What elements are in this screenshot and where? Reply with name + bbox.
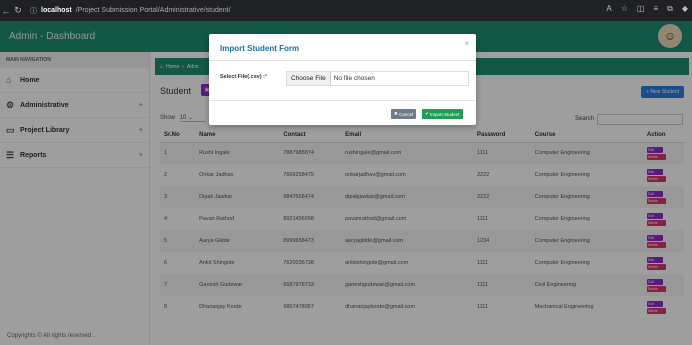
import-student-modal: Import Student Form × Select File(.csv) … (209, 34, 476, 125)
copilot-icon[interactable]: ◆ (682, 4, 688, 14)
required-mark: * (264, 74, 268, 80)
choose-file-button[interactable]: Choose File (287, 72, 331, 85)
collections-icon[interactable]: ⧉ (667, 4, 673, 14)
import-label: Import Student (430, 111, 460, 117)
modal-title: Import Student Form (220, 44, 300, 53)
favorite-icon[interactable]: ☆ (621, 4, 628, 14)
screen: ← ↻ ⓘ localhost /Project Submission Port… (0, 0, 692, 345)
browser-toolbar: ← ↻ ⓘ localhost /Project Submission Port… (0, 0, 692, 21)
address-host: localhost (41, 7, 72, 14)
csv-file-input[interactable]: Choose File No file chosen (286, 71, 469, 86)
browser-actions: A ☆ ◫ ≡ ⧉ ◆ (606, 4, 688, 14)
cancel-button[interactable]: ✖ Cancel (391, 109, 417, 119)
reload-icon[interactable]: ↻ (12, 5, 24, 16)
file-field-label: Select File(.csv) :* (220, 74, 267, 80)
file-status: No file chosen (333, 75, 375, 82)
favorites-icon[interactable]: ≡ (653, 4, 658, 14)
close-icon[interactable]: × (464, 39, 469, 48)
back-icon[interactable]: ← (0, 6, 12, 16)
file-field-label-text: Select File(.csv) : (220, 74, 265, 80)
divider (209, 60, 476, 61)
cancel-label: Cancel (399, 111, 414, 117)
split-icon[interactable]: ◫ (637, 4, 645, 14)
read-aloud-icon[interactable]: A (606, 4, 611, 14)
address-path: /Project Submission Portal/Administrativ… (75, 7, 231, 14)
import-student-button[interactable]: ✔ Import Student (422, 109, 463, 119)
info-icon: ⓘ (30, 7, 37, 15)
address-bar[interactable]: ⓘ localhost /Project Submission Portal/A… (30, 6, 231, 16)
divider (209, 100, 476, 101)
